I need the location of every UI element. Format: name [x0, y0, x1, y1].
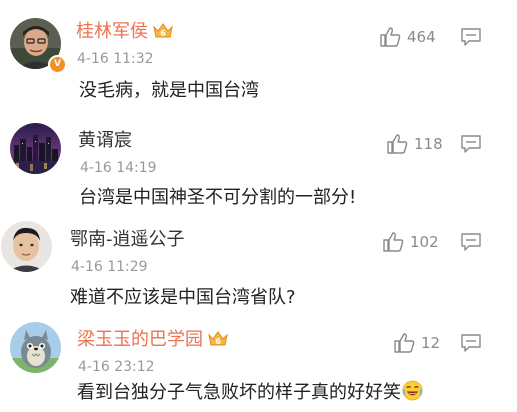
verified-badge-icon: V [48, 55, 67, 74]
username[interactable]: 鄂南-逍遥公子 [70, 228, 185, 252]
username-label: 梁玉玉的巴学园 [77, 329, 203, 350]
comment-icon[interactable] [461, 334, 481, 352]
thumbs-up-icon [380, 27, 401, 47]
crown-icon: 6 [153, 23, 173, 38]
thumbs-up-icon [387, 134, 408, 154]
like-button[interactable]: 118 [387, 133, 443, 155]
comment-item: 黄谞宸 4-16 14:19 台湾是中国神圣不可分割的一部分! 118 [0, 103, 517, 208]
username[interactable]: 黄谞宸 [78, 129, 132, 153]
like-count: 118 [414, 135, 443, 153]
username[interactable]: 桂林军侯 6 [76, 20, 174, 44]
crown-icon: 6 [208, 331, 228, 346]
comment-icon[interactable] [461, 135, 481, 153]
laughing-emoji-icon [402, 380, 423, 401]
username-label: 桂林军侯 [76, 21, 148, 42]
username-label: 鄂南-逍遥公子 [70, 229, 185, 250]
like-button[interactable]: 12 [394, 332, 440, 354]
avatar[interactable] [10, 123, 61, 174]
comment-icon[interactable] [461, 233, 481, 251]
username[interactable]: 梁玉玉的巴学园 6 [77, 328, 229, 352]
comment-text-label: 看到台独分子气急败坏的样子真的好好笑 [77, 382, 401, 403]
like-button[interactable]: 464 [380, 26, 436, 48]
comment-item: 梁玉玉的巴学园 6 4-16 23:12 看到台独分子气急败坏的样子真的好好笑 1… [0, 306, 517, 406]
thumbs-up-icon [383, 232, 404, 252]
thumbs-up-icon [394, 333, 415, 353]
comment-icon[interactable] [461, 28, 481, 46]
like-count: 464 [407, 28, 436, 46]
svg-text:6: 6 [215, 337, 221, 346]
like-button[interactable]: 102 [383, 231, 439, 253]
comment-time: 4-16 11:32 [77, 51, 154, 67]
svg-text:6: 6 [160, 29, 166, 38]
comment-time: 4-16 23:12 [78, 359, 155, 375]
username-label: 黄谞宸 [78, 130, 132, 151]
like-count: 12 [421, 334, 441, 352]
comment-text: 没毛病，就是中国台湾 [79, 80, 259, 101]
comment-list: V 桂林军侯 6 4-16 11:32 没毛病，就是中国台湾 464 黄谞宸 4… [0, 0, 517, 412]
comment-time: 4-16 11:29 [71, 259, 148, 275]
comment-item: 鄂南-逍遥公子 4-16 11:29 难道不应该是中国台湾省队? 102 [0, 205, 517, 308]
like-count: 102 [410, 233, 439, 251]
avatar[interactable] [10, 322, 61, 373]
comment-time: 4-16 14:19 [80, 160, 157, 176]
comment-text: 看到台独分子气急败坏的样子真的好好笑 [77, 380, 423, 406]
comment-item: V 桂林军侯 6 4-16 11:32 没毛病，就是中国台湾 464 [0, 0, 517, 101]
avatar[interactable] [1, 221, 52, 272]
